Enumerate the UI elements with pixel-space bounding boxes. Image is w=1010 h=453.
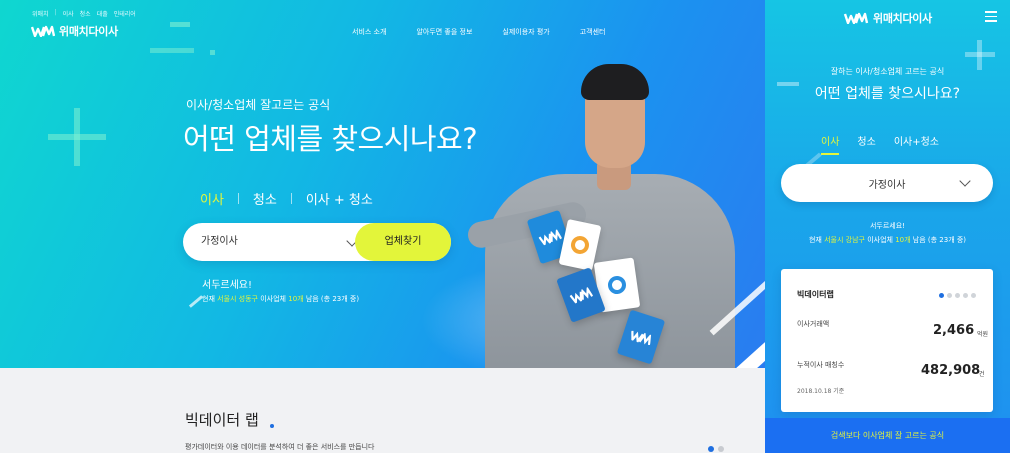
wematch-logo-icon: [843, 12, 869, 24]
hero-subtitle: 이사/청소업체 잘고르는 공식: [186, 98, 331, 112]
mobile-remaining-status: 현재 서울시 강남구 이사업체 10개 남음 (총 23개 중): [765, 235, 1010, 245]
title-dot: [270, 424, 274, 428]
service-tabs: 이사 청소 이사 + 청소: [200, 189, 373, 208]
tab-move[interactable]: 이사: [821, 133, 840, 155]
stat-unit-matches: 건: [979, 371, 985, 378]
status-suffix: 남음 (총 23개 중): [305, 295, 360, 303]
status-middle: 이사업체: [867, 236, 893, 244]
dash-decoration: [188, 295, 204, 308]
status-middle: 이사업체: [260, 295, 286, 303]
pager-dot[interactable]: [708, 446, 714, 452]
tab-clean[interactable]: 청소: [253, 189, 277, 208]
status-prefix: 현재: [202, 295, 215, 303]
model-hair: [581, 64, 649, 100]
wematch-logo-icon: [31, 25, 55, 37]
coin-icon: [569, 234, 591, 256]
stat-label-amount: 이사거래액: [797, 320, 830, 328]
util-link-interior[interactable]: 인테리어: [114, 9, 136, 18]
tab-divider: [237, 193, 239, 204]
plus-decoration: [965, 52, 995, 57]
tab-divider: [290, 193, 292, 204]
mobile-title: 어떤 업체를 찾으시나요?: [814, 86, 961, 102]
bigdata-title: 빅데이터 랩: [185, 411, 259, 429]
wematch-logo-icon: [538, 228, 563, 247]
mobile-move-type-select[interactable]: 가정이사: [781, 164, 993, 202]
utility-links: 위매치 | 이사 청소 대출 인테리어: [32, 9, 136, 18]
find-company-button[interactable]: 업체찾기: [355, 223, 451, 261]
mobile-brand-logo[interactable]: 위매치다이사: [843, 10, 932, 26]
mobile-service-tabs: 이사 청소 이사+청소: [821, 133, 939, 155]
stat-value-matches: 482,908: [921, 363, 981, 378]
tab-move[interactable]: 이사: [200, 189, 224, 208]
coin-icon: [606, 274, 628, 296]
util-link-move[interactable]: 이사: [63, 9, 74, 18]
separator: |: [54, 9, 57, 16]
stat-label-matches: 누적이사 매칭수: [797, 361, 845, 369]
wematch-logo-icon: [569, 286, 594, 305]
tab-move-clean[interactable]: 이사 + 청소: [306, 189, 373, 208]
top-bar: 위매치 | 이사 청소 대출 인테리어 위매치다이사 서비스 소개 알아두면 좋…: [0, 0, 765, 44]
stat-date: 2018.10.18 기준: [797, 388, 845, 395]
carousel-pager: [708, 446, 724, 452]
hurry-text: 서두르세요!: [202, 280, 253, 291]
global-nav: 서비스 소개 알아두면 좋을 정보 실제이용자 평가 고객센터: [352, 27, 606, 37]
nav-service-intro[interactable]: 서비스 소개: [352, 27, 386, 37]
status-location: 서울시 강남구: [824, 236, 865, 244]
util-link-wematch[interactable]: 위매치: [32, 9, 49, 18]
brand-name: 위매치다이사: [59, 25, 118, 38]
card-pager: [939, 293, 976, 298]
remaining-status: 현재 서울시 성동구 이사업체 10개 남음 (총 23개 중): [202, 294, 359, 304]
mobile-view: 위매치다이사 잘하는 이사/청소업체 고르는 공식 어떤 업체를 찾으시나요? …: [765, 0, 1010, 453]
tab-move-clean[interactable]: 이사+청소: [894, 133, 939, 155]
dash-decoration: [150, 48, 194, 53]
mobile-hurry-text: 서두르세요!: [869, 222, 905, 230]
nav-customer-center[interactable]: 고객센터: [580, 27, 606, 37]
hero-title: 어떤 업체를 찾으시나요?: [183, 122, 478, 156]
hamburger-menu-icon[interactable]: [985, 11, 997, 22]
pager-dot[interactable]: [718, 446, 724, 452]
footer-cta-button[interactable]: 검색보다 이사업체 잘 고르는 공식: [765, 418, 1010, 453]
nav-useful-info[interactable]: 알아두면 좋을 정보: [416, 27, 472, 37]
hero-section: 위매치 | 이사 청소 대출 인테리어 위매치다이사 서비스 소개 알아두면 좋…: [0, 0, 765, 368]
bigdata-description: 평가데이터와 이용 데이터를 분석하여 더 좋은 서비스를 만듭니다: [185, 443, 375, 451]
status-suffix: 남음 (총 23개 중): [912, 236, 967, 244]
status-prefix: 현재: [808, 236, 822, 244]
dash-decoration: [210, 50, 215, 55]
pager-dot[interactable]: [939, 293, 944, 298]
tab-clean[interactable]: 청소: [857, 133, 875, 155]
select-value: 가정이사: [201, 236, 238, 247]
status-count: 10개: [895, 236, 911, 244]
pager-dot[interactable]: [963, 293, 968, 298]
search-bar: 가정이사 업체찾기: [183, 223, 451, 261]
mobile-subtitle: 잘하는 이사/청소업체 고르는 공식: [830, 67, 945, 76]
move-type-select[interactable]: 가정이사: [201, 223, 361, 261]
stat-value-amount: 2,466: [933, 323, 975, 338]
brand-name: 위매치다이사: [873, 12, 932, 25]
pager-dot[interactable]: [947, 293, 952, 298]
model-illustration: [455, 62, 755, 368]
status-count: 10개: [288, 295, 304, 303]
plus-decoration: [48, 134, 106, 140]
desktop-view: 위매치 | 이사 청소 대출 인테리어 위매치다이사 서비스 소개 알아두면 좋…: [0, 0, 765, 453]
util-link-loan[interactable]: 대출: [97, 9, 108, 18]
nav-user-reviews[interactable]: 실제이용자 평가: [502, 27, 549, 37]
bigdata-section: 빅데이터 랩 평가데이터와 이용 데이터를 분석하여 더 좋은 서비스를 만듭니…: [0, 368, 765, 453]
bigdata-card: 빅데이터랩 이사거래액 2,466 억원 누적이사 매칭수 482,908 건 …: [781, 269, 993, 412]
pager-dot[interactable]: [971, 293, 976, 298]
pager-dot[interactable]: [955, 293, 960, 298]
status-location: 서울시 성동구: [217, 295, 258, 303]
brand-logo[interactable]: 위매치다이사: [31, 23, 118, 39]
wematch-logo-icon: [631, 330, 652, 346]
stat-unit-amount: 억원: [977, 331, 989, 338]
util-link-clean[interactable]: 청소: [80, 9, 91, 18]
card-title: 빅데이터랩: [797, 290, 834, 299]
